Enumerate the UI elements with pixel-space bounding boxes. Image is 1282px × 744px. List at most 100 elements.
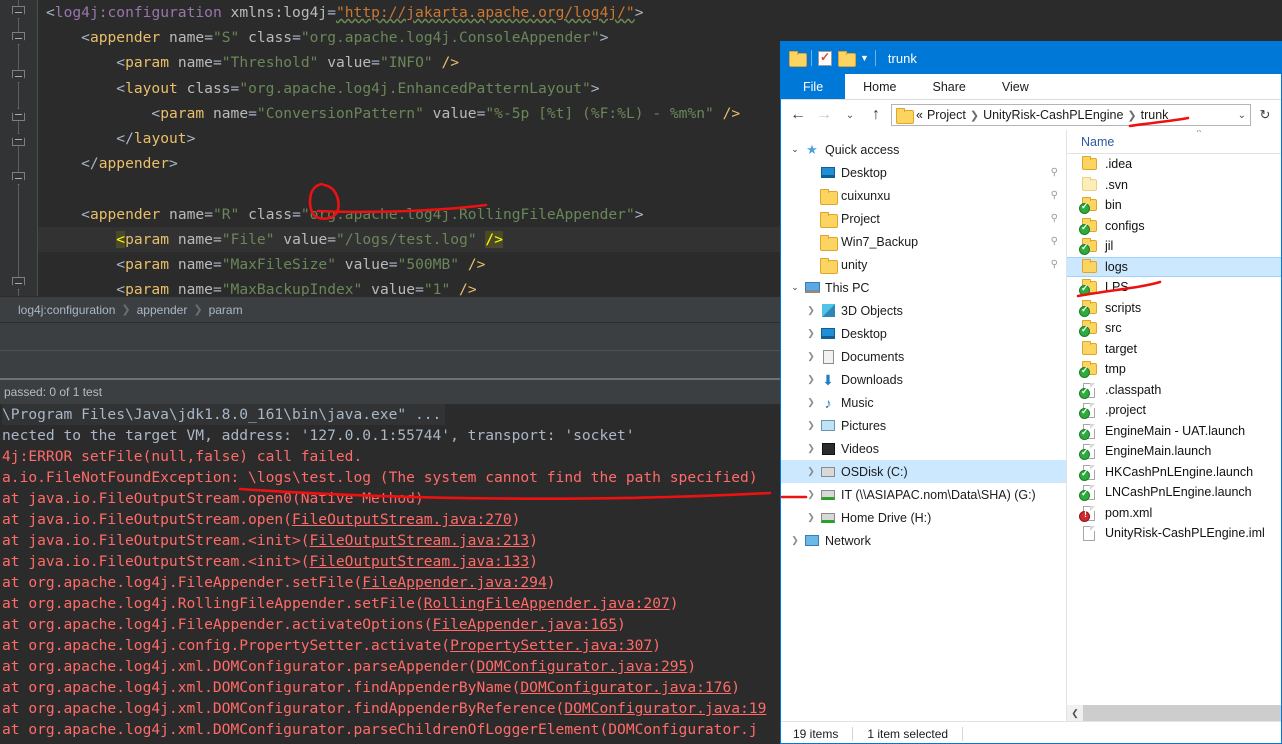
pin-icon[interactable]: ⚲	[1051, 167, 1058, 178]
navigation-pane[interactable]: ⌄ ★ Quick access Desktop ⚲ cuixunxu ⚲ Project ⚲ W…	[781, 130, 1067, 721]
new-folder-icon[interactable]	[838, 51, 856, 67]
fold-marker[interactable]	[12, 32, 25, 45]
ribbon-tab-strip[interactable]: File Home Share View	[781, 74, 1281, 100]
stacktrace-link[interactable]: FileOutputStream.java:213	[310, 532, 530, 549]
nav-item-desktop[interactable]: ❯ Desktop	[781, 322, 1066, 345]
file-row[interactable]: .svn	[1067, 175, 1281, 196]
file-row[interactable]: src	[1067, 318, 1281, 339]
nav-item-music[interactable]: ❯ ♪ Music	[781, 391, 1066, 414]
nav-item-win7-backup[interactable]: Win7_Backup ⚲	[781, 230, 1066, 253]
chevron-right-icon[interactable]: ❯	[803, 328, 819, 339]
address-bar[interactable]: ← → ⌄ ↑ « Project ❯ UnityRisk-CashPLEngine ❯…	[781, 100, 1281, 130]
code-line[interactable]: <log4j:configuration xmlns:log4j="http:/…	[38, 0, 1282, 25]
nav-item-desktop[interactable]: Desktop ⚲	[781, 161, 1066, 184]
chevron-right-icon[interactable]: ❯	[803, 443, 819, 454]
folder-icon[interactable]	[789, 51, 807, 67]
stacktrace-link[interactable]: FileOutputStream.java:133	[310, 553, 530, 570]
ribbon-tab-home[interactable]: Home	[845, 74, 914, 99]
nav-item-project[interactable]: Project ⚲	[781, 207, 1066, 230]
file-explorer-window[interactable]: ▼ trunk FileHomeShareView ← → ⌄ ↑ « Proje…	[780, 41, 1282, 744]
nav-item-this-pc[interactable]: ⌄ This PC	[781, 276, 1066, 299]
file-row[interactable]: HKCashPnLEngine.launch	[1067, 462, 1281, 483]
file-row[interactable]: scripts	[1067, 298, 1281, 319]
breadcrumb-separator-icon[interactable]: ❯	[1127, 109, 1136, 122]
chevron-down-icon[interactable]: ⌄	[787, 282, 803, 293]
chevron-right-icon[interactable]: ❯	[803, 374, 819, 385]
stacktrace-link[interactable]: FileAppender.java:294	[362, 574, 547, 591]
chevron-right-icon[interactable]: ❯	[803, 397, 819, 408]
file-row[interactable]: jil	[1067, 236, 1281, 257]
nav-item-osdisk-c[interactable]: ❯ OSDisk (C:)	[781, 460, 1066, 483]
file-row[interactable]: logs	[1067, 256, 1281, 277]
file-row[interactable]: configs	[1067, 216, 1281, 237]
back-button[interactable]: ←	[787, 104, 809, 126]
nav-item-pictures[interactable]: ❯ Pictures	[781, 414, 1066, 437]
chevron-right-icon[interactable]: ❯	[803, 489, 819, 500]
chevron-right-icon[interactable]: ❯	[803, 420, 819, 431]
horizontal-scrollbar[interactable]: ❮	[1067, 705, 1281, 721]
file-row[interactable]: LPS	[1067, 277, 1281, 298]
breadcrumb[interactable]: « Project ❯ UnityRisk-CashPLEngine ❯ trunk ⌄	[891, 104, 1251, 126]
recent-locations-button[interactable]: ⌄	[839, 104, 861, 126]
breadcrumb-separator-icon[interactable]: ❯	[970, 109, 979, 122]
stacktrace-link[interactable]: PropertySetter.java:307	[450, 637, 652, 654]
stacktrace-link[interactable]: DOMConfigurator.java:176	[520, 679, 731, 696]
breadcrumb-item[interactable]: param	[209, 303, 243, 317]
ribbon-tab-view[interactable]: View	[984, 74, 1047, 99]
stacktrace-link[interactable]: DOMConfigurator.java:295	[476, 658, 687, 675]
pin-icon[interactable]: ⚲	[1051, 259, 1058, 270]
file-list-pane[interactable]: Name ^ .idea .svn bin configs jil logs LPS scri…	[1067, 130, 1281, 721]
stacktrace-link[interactable]: FileOutputStream.java:270	[292, 511, 512, 528]
file-row[interactable]: bin	[1067, 195, 1281, 216]
breadcrumb-item[interactable]: trunk	[1141, 108, 1169, 122]
editor-gutter[interactable]	[0, 0, 38, 296]
chevron-right-icon[interactable]: ❯	[787, 535, 803, 546]
customize-caret-icon[interactable]: ▼	[860, 53, 869, 63]
nav-item-videos[interactable]: ❯ Videos	[781, 437, 1066, 460]
nav-item-network[interactable]: ❯ Network	[781, 529, 1066, 552]
nav-item-3d-objects[interactable]: ❯ 3D Objects	[781, 299, 1066, 322]
ribbon-tab-share[interactable]: Share	[915, 74, 984, 99]
properties-icon[interactable]	[818, 50, 832, 66]
breadcrumb-item[interactable]: log4j:configuration	[18, 303, 115, 317]
breadcrumb-item[interactable]: «	[916, 108, 923, 122]
nav-item-cuixunxu[interactable]: cuixunxu ⚲	[781, 184, 1066, 207]
chevron-right-icon[interactable]: ❯	[803, 512, 819, 523]
chevron-right-icon[interactable]: ❯	[803, 305, 819, 316]
scroll-left-arrow-icon[interactable]: ❮	[1067, 708, 1083, 719]
file-row[interactable]: UnityRisk-CashPLEngine.iml	[1067, 523, 1281, 544]
fold-marker[interactable]	[12, 6, 25, 19]
chevron-down-icon[interactable]: ⌄	[1238, 110, 1246, 121]
fold-marker[interactable]	[12, 133, 25, 146]
up-button[interactable]: ↑	[865, 104, 887, 126]
stacktrace-link[interactable]: FileAppender.java:165	[433, 616, 618, 633]
file-row[interactable]: tmp	[1067, 359, 1281, 380]
file-row[interactable]: target	[1067, 339, 1281, 360]
nav-item-quick-access[interactable]: ⌄ ★ Quick access	[781, 138, 1066, 161]
pin-icon[interactable]: ⚲	[1051, 213, 1058, 224]
file-row[interactable]: .project	[1067, 400, 1281, 421]
ribbon-tab-file[interactable]: File	[781, 74, 846, 99]
file-row[interactable]: EngineMain - UAT.launch	[1067, 421, 1281, 442]
column-header-row[interactable]: Name ^	[1067, 130, 1281, 154]
breadcrumb-item[interactable]: appender	[137, 303, 188, 317]
chevron-right-icon[interactable]: ❯	[803, 351, 819, 362]
file-row[interactable]: EngineMain.launch	[1067, 441, 1281, 462]
file-row[interactable]: LNCashPnLEngine.launch	[1067, 482, 1281, 503]
nav-item-home-drive-h[interactable]: ❯ Home Drive (H:)	[781, 506, 1066, 529]
nav-item-it-asiapac-nom-data-sha-g[interactable]: ❯ IT (\\ASIAPAC.nom\Data\SHA) (G:)	[781, 483, 1066, 506]
breadcrumb-item[interactable]: Project	[927, 108, 966, 122]
pin-icon[interactable]: ⚲	[1051, 190, 1058, 201]
explorer-titlebar[interactable]: ▼ trunk	[781, 42, 1281, 74]
fold-marker[interactable]	[12, 70, 25, 83]
fold-marker[interactable]	[12, 172, 25, 185]
fold-marker[interactable]	[12, 277, 25, 290]
chevron-right-icon[interactable]: ❯	[803, 466, 819, 477]
nav-item-downloads[interactable]: ❯ ⬇ Downloads	[781, 368, 1066, 391]
file-rows[interactable]: .idea .svn bin configs jil logs LPS scripts src t…	[1067, 154, 1281, 544]
fold-marker[interactable]	[12, 108, 25, 121]
stacktrace-link[interactable]: DOMConfigurator.java:19	[564, 700, 766, 717]
stacktrace-link[interactable]: RollingFileAppender.java:207	[424, 595, 670, 612]
refresh-button[interactable]: ↻	[1255, 104, 1275, 126]
nav-item-unity[interactable]: unity ⚲	[781, 253, 1066, 276]
